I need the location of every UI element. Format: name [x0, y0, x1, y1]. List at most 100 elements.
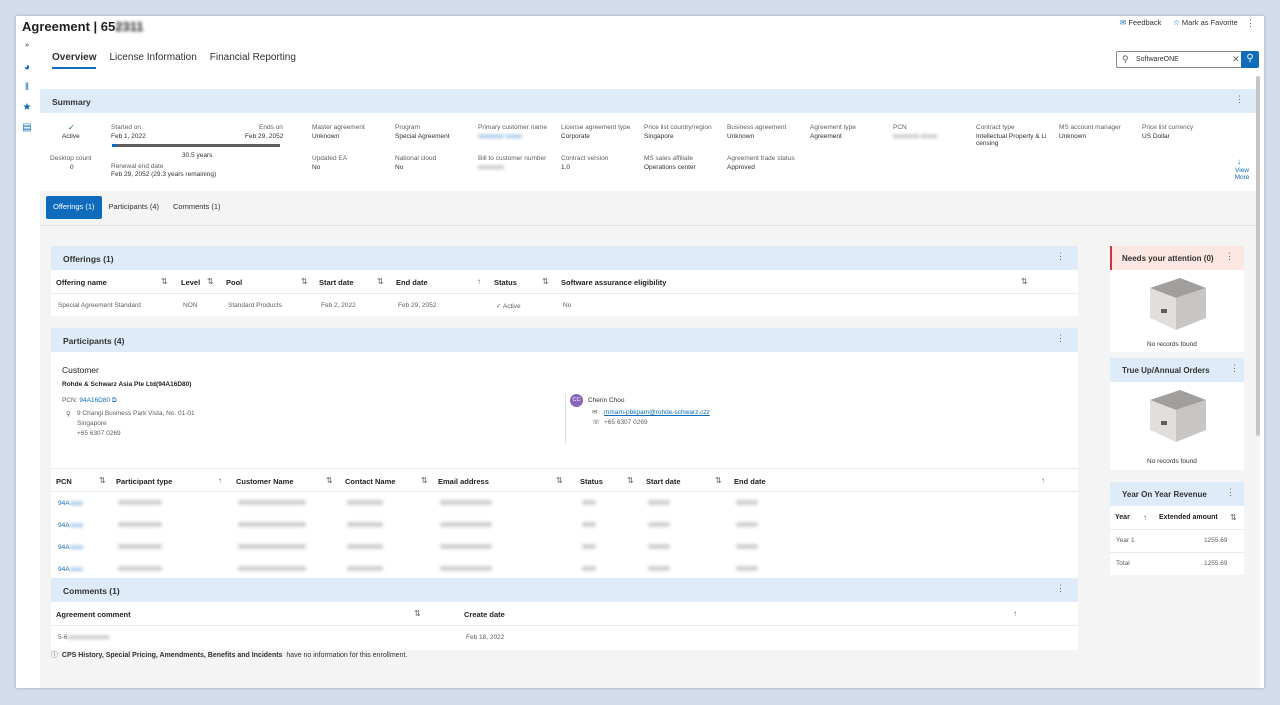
customer-phone: +65 6307 0269 — [77, 430, 121, 437]
summary-field-value: xxxxxxxx xxxxx — [478, 133, 523, 140]
favorites-star-icon[interactable]: ★ — [16, 102, 38, 122]
col-start-date[interactable]: Start date — [319, 278, 354, 287]
sort-icon[interactable]: ⇅ — [556, 476, 563, 485]
sort-icon[interactable]: ⇅ — [301, 277, 308, 286]
summary-field-label: License agreement type — [561, 124, 631, 131]
col-customer-name[interactable]: Customer Name — [236, 477, 294, 486]
col-status[interactable]: Status — [494, 278, 517, 287]
tab-financial-reporting[interactable]: Financial Reporting — [210, 52, 296, 69]
summary-field-value: US Dollar — [1142, 133, 1170, 140]
search-button[interactable]: ⚲ — [1241, 51, 1259, 68]
summary-field-label: Agreement trade status — [727, 155, 795, 162]
participants-more-icon[interactable]: ⋮ — [1056, 333, 1065, 344]
comments-card: Comments (1) ⋮ Agreement comment ⇅ Creat… — [51, 578, 1078, 650]
col-agreement-comment[interactable]: Agreement comment — [56, 610, 131, 619]
document-icon[interactable]: ▤ — [16, 122, 38, 142]
app-window: Agreement | 652311 ✉ Feedback ☆ Mark as … — [16, 16, 1264, 688]
expand-icon[interactable]: » — [16, 42, 38, 62]
sort-icon[interactable]: ⇅ — [207, 277, 214, 286]
redacted-cell — [648, 522, 670, 527]
sort-up-icon[interactable]: ↑ — [218, 476, 222, 485]
tools-icon[interactable]: ‖ — [16, 82, 38, 102]
col-create-date[interactable]: Create date — [464, 610, 505, 619]
col-extended-amount[interactable]: Extended amount — [1159, 514, 1218, 521]
sub-tabs: Offerings (1) Participants (4) Comments … — [46, 196, 228, 219]
subtab-offerings[interactable]: Offerings (1) — [46, 196, 102, 219]
trueup-more-icon[interactable]: ⋮ — [1230, 363, 1239, 374]
col-offering-name[interactable]: Offering name — [56, 278, 107, 287]
col-participant-type[interactable]: Participant type — [116, 477, 172, 486]
sort-up-icon[interactable]: ↑ — [1013, 609, 1017, 618]
cell-pcn-link[interactable]: 94A — [58, 522, 70, 529]
sort-icon[interactable]: ⇅ — [161, 277, 168, 286]
dashboard-icon[interactable]: ◕ — [16, 62, 38, 82]
feedback-icon: ✉ — [1120, 18, 1127, 27]
comments-more-icon[interactable]: ⋮ — [1056, 583, 1065, 594]
col-end-date[interactable]: End date — [396, 278, 428, 287]
divider — [40, 225, 1260, 226]
cell-pcn-link[interactable]: 94A — [58, 566, 70, 573]
col-year[interactable]: Year — [1115, 514, 1130, 521]
col-status[interactable]: Status — [580, 477, 603, 486]
col-sa-eligibility[interactable]: Software assurance eligibility — [561, 278, 666, 287]
pcn-link[interactable]: 94A16D80 — [79, 397, 110, 404]
sort-icon[interactable]: ⇅ — [377, 277, 384, 286]
sort-icon[interactable]: ⇅ — [715, 476, 722, 485]
col-start-date[interactable]: Start date — [646, 477, 681, 486]
sort-icon[interactable]: ⇅ — [1230, 513, 1237, 522]
tab-overview[interactable]: Overview — [52, 52, 97, 69]
offerings-more-icon[interactable]: ⋮ — [1056, 251, 1065, 262]
redacted-cell — [440, 500, 492, 505]
sort-icon[interactable]: ⇅ — [542, 277, 549, 286]
divider — [565, 394, 566, 444]
desktop-count-label: Desktop count — [50, 155, 92, 162]
subtab-comments[interactable]: Comments (1) — [166, 196, 228, 219]
summary-field-value: Intellectual Property & Li censing — [976, 133, 1047, 147]
col-email-address[interactable]: Email address — [438, 477, 489, 486]
sort-icon[interactable]: ⇅ — [99, 476, 106, 485]
summary-field-value: Unknown — [727, 133, 755, 140]
summary-field-label: Contract version — [561, 155, 609, 162]
sort-icon[interactable]: ⇅ — [421, 476, 428, 485]
sort-up-icon[interactable]: ↑ — [477, 277, 481, 286]
contact-phone: +65 6307 0269 — [604, 419, 648, 426]
contact-email-link[interactable]: mmam-pbkpam@rohde-schwarz.czz — [604, 409, 710, 416]
col-pcn[interactable]: PCN — [56, 477, 72, 486]
col-level[interactable]: Level — [181, 278, 200, 287]
col-end-date[interactable]: End date — [734, 477, 766, 486]
mark-favorite-button[interactable]: ☆ Mark as Favorite — [1173, 18, 1238, 27]
scrollbar[interactable] — [1256, 76, 1260, 436]
summary-field-label: Business agreement — [727, 124, 787, 131]
sort-icon[interactable]: ⇅ — [1021, 277, 1028, 286]
more-options-icon[interactable]: ⋮ — [1246, 18, 1255, 29]
cell-pcn-link[interactable]: 94A — [58, 544, 70, 551]
table-row: Total 1255.69 — [1110, 553, 1244, 575]
redacted-text: xxxx — [70, 544, 83, 551]
sort-up-icon[interactable]: ↑ — [1143, 513, 1147, 522]
subtab-participants[interactable]: Participants (4) — [102, 196, 166, 219]
search-input[interactable]: ⚲ SoftwareONE ✕ — [1116, 51, 1245, 68]
cell-pcn-link[interactable]: 94A — [58, 500, 70, 507]
sort-up-icon[interactable]: ↑ — [1041, 476, 1045, 485]
summary-more-icon[interactable]: ⋮ — [1235, 94, 1244, 105]
yoy-more-icon[interactable]: ⋮ — [1226, 487, 1235, 498]
summary-field-label: Agreement type — [810, 124, 856, 131]
col-contact-name[interactable]: Contact Name — [345, 477, 395, 486]
attention-more-icon[interactable]: ⋮ — [1225, 251, 1234, 262]
tab-license-information[interactable]: License Information — [109, 52, 196, 69]
attention-card: Needs your attention (0) ⋮ No records fo… — [1110, 246, 1244, 352]
sort-icon[interactable]: ⇅ — [627, 476, 634, 485]
copy-icon[interactable]: ⧉ — [112, 397, 117, 404]
summary-field-value: Agreement — [810, 133, 842, 140]
cell-offering-name: Special Agreement Standard — [58, 302, 141, 309]
clear-icon[interactable]: ✕ — [1232, 54, 1240, 65]
sort-icon[interactable]: ⇅ — [414, 609, 421, 618]
view-more-link[interactable]: View More — [1232, 167, 1252, 181]
summary-field-value: Singapore — [644, 133, 674, 140]
summary-header: Summary ⋮ — [40, 89, 1260, 113]
col-pool[interactable]: Pool — [226, 278, 242, 287]
feedback-button[interactable]: ✉ Feedback — [1120, 18, 1161, 27]
summary-field-value: 1.0 — [561, 164, 571, 171]
duration-value: 30.5 years — [182, 152, 213, 159]
sort-icon[interactable]: ⇅ — [326, 476, 333, 485]
